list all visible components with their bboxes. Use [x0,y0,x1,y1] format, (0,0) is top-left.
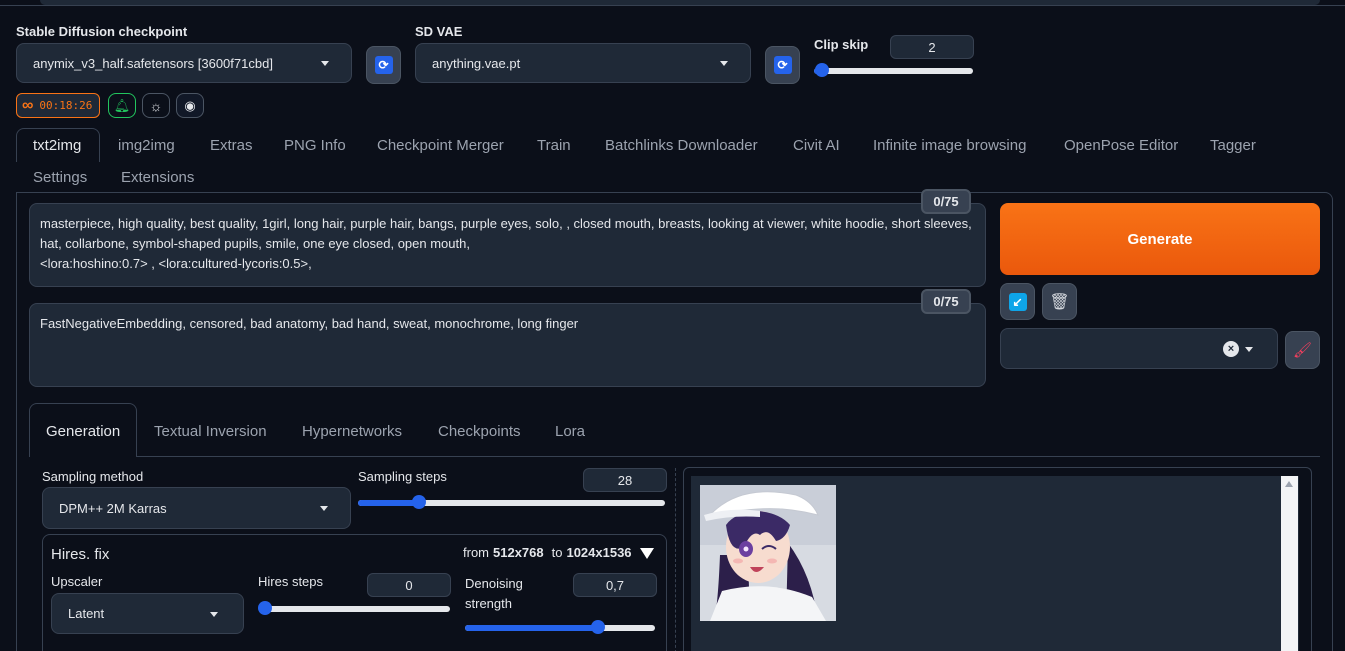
checkpoint-select[interactable]: anymix_v3_half.safetensors [3600f71cbd] [16,43,352,83]
timer-badge: ∞ 00:18:26 [16,93,100,118]
hires-from-text: from [463,545,489,560]
tab-tagger[interactable]: Tagger [1210,137,1256,154]
tab-extras[interactable]: Extras [210,137,253,154]
tab-batchlinks-downloader[interactable]: Batchlinks Downloader [605,137,758,154]
refresh-vae-button[interactable]: ⟳ [765,46,800,84]
column-divider [675,468,676,651]
hires-steps-slider[interactable] [258,601,450,615]
theme-toggle-button[interactable]: ☼ [142,93,170,118]
sampling-method-select[interactable]: DPM++ 2M Karras [42,487,351,529]
clear-prompt-button[interactable]: 🗑︎ [1042,283,1077,320]
slider-fill [358,500,420,506]
collapse-triangle-icon[interactable] [640,548,654,559]
tab-infinite-image-browsing[interactable]: Infinite image browsing [873,137,1026,154]
denoising-label-line-2: strength [465,596,512,611]
sampling-method-label: Sampling method [42,469,144,484]
clear-icon[interactable]: × [1223,341,1239,357]
hires-resolution-info: from 512x768 to 1024x1536 [463,545,632,560]
positive-prompt-textarea[interactable]: masterpiece, high quality, best quality,… [29,203,986,287]
timer-text: 00:18:26 [39,99,93,112]
tab-settings[interactable]: Settings [33,169,87,186]
upscaler-value: Latent [68,606,105,621]
negative-prompt-textarea[interactable]: FastNegativeEmbedding, censored, bad ana… [29,303,986,387]
checkpoint-label: Stable Diffusion checkpoint [16,24,188,39]
checkpoint-value: anymix_v3_half.safetensors [3600f71cbd] [33,55,273,71]
tab-openpose-editor[interactable]: OpenPose Editor [1064,137,1178,154]
vae-label: SD VAE [415,24,463,39]
denoising-strength-slider[interactable] [465,620,655,634]
trash-icon: 🗑︎ [1049,293,1070,311]
subtab-hypernetworks[interactable]: Hypernetworks [302,423,402,440]
scroll-up-arrow-icon[interactable] [1285,481,1293,487]
subtab-checkpoints[interactable]: Checkpoints [438,423,521,440]
upscaler-select[interactable]: Latent [51,593,244,634]
hires-from-resolution: 512x768 [493,545,544,560]
clip-skip-slider[interactable] [814,63,973,77]
refresh-icon: ⟳ [374,56,393,74]
upscaler-label: Upscaler [51,574,103,589]
hires-to-text: to [551,545,563,560]
hires-steps-label: Hires steps [258,574,324,589]
sampling-method-value: DPM++ 2M Karras [59,500,167,516]
eye-icon: ◉ [184,97,196,113]
slider-handle[interactable] [814,63,829,77]
subtab-generation[interactable]: Generation [46,423,120,440]
gallery-scrollbar[interactable] [1281,476,1298,651]
tab-civit-ai[interactable]: Civit AI [793,137,840,154]
subtab-textual-inversion[interactable]: Textual Inversion [154,423,267,440]
denoising-strength-input[interactable]: 0,7 [573,573,657,597]
arrow-down-left-icon: ↙ [1008,292,1027,311]
tab-extensions[interactable]: Extensions [121,169,194,186]
subtab-lora[interactable]: Lora [555,423,585,440]
top-edge [0,0,1345,6]
bell-icon: 🔔︎ [113,97,131,113]
notification-button[interactable]: 🔔︎ [108,93,136,118]
styles-select[interactable]: × [1000,328,1278,369]
subtab-divider [137,456,1320,457]
tab-txt2img[interactable]: txt2img [33,137,81,154]
clip-skip-input[interactable]: 2 [890,35,974,59]
tab-train[interactable]: Train [537,137,571,154]
chevron-down-icon [1245,346,1253,352]
edit-styles-button[interactable]: 🖌︎ [1285,331,1320,369]
denoising-strength-label: Denoising strength [465,574,523,614]
generate-button[interactable]: Generate [1000,203,1320,275]
sun-icon: ☼ [149,97,163,114]
vae-value: anything.vae.pt [432,55,521,71]
chevron-down-icon [321,61,329,66]
chevron-down-icon [320,506,328,511]
slider-fill [465,625,598,631]
denoising-label-line-1: Denoising [465,576,523,591]
hires-to-resolution: 1024x1536 [566,545,632,560]
tab-img2img[interactable]: img2img [118,137,175,154]
positive-token-counter: 0/75 [921,189,971,214]
refresh-checkpoint-button[interactable]: ⟳ [366,46,401,84]
sampling-steps-label: Sampling steps [358,469,447,484]
chevron-down-icon [210,611,218,617]
hires-steps-input[interactable]: 0 [367,573,451,597]
slider-handle[interactable] [591,620,605,634]
negative-token-counter: 0/75 [921,289,971,314]
generated-image-thumbnail[interactable] [700,485,836,621]
paintbrush-icon: 🖌︎ [1292,342,1313,359]
clip-skip-label: Clip skip [814,37,869,52]
sampling-steps-slider[interactable] [358,495,665,509]
hires-fix-title[interactable]: Hires. fix [51,546,109,563]
refresh-icon: ⟳ [773,56,792,74]
infinity-icon: ∞ [22,96,34,114]
tab-png-info[interactable]: PNG Info [284,137,346,154]
tab-checkpoint-merger[interactable]: Checkpoint Merger [377,137,504,154]
chevron-down-icon [720,61,728,66]
slider-handle[interactable] [258,601,272,615]
paste-params-button[interactable]: ↙ [1000,283,1035,320]
preview-toggle-button[interactable]: ◉ [176,93,204,118]
sampling-steps-input[interactable]: 28 [583,468,667,492]
vae-select[interactable]: anything.vae.pt [415,43,751,83]
